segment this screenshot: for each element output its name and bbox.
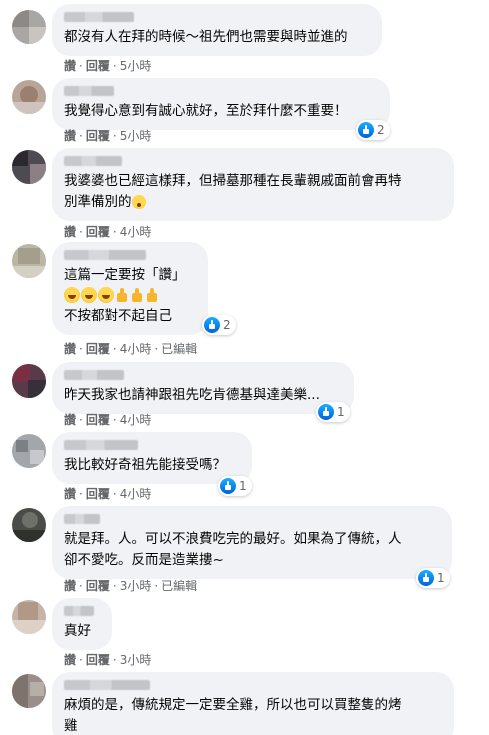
reaction-summary[interactable]: 1 — [316, 402, 350, 422]
hushed-face-emoji — [131, 195, 146, 209]
comment-text: 我婆婆也已經這樣拜，但掃墓那種在長輩親戚面前會再特 別準備別的 — [64, 173, 402, 210]
comment-time[interactable]: 3小時 — [120, 579, 152, 593]
reaction-count: 2 — [223, 318, 231, 332]
avatar[interactable] — [12, 150, 46, 184]
avatar[interactable] — [12, 434, 46, 468]
author-name[interactable] — [64, 440, 138, 450]
reply-button[interactable]: 回覆 — [86, 342, 110, 356]
comment-bubble: 我覺得心意到有誠心就好，至於拜什麼不重要！ — [52, 78, 390, 130]
thumbs-up-emoji — [115, 287, 129, 303]
rolling-on-floor-laughing-emoji — [81, 287, 97, 303]
author-name[interactable] — [64, 370, 124, 380]
rolling-on-floor-laughing-emoji — [98, 287, 114, 303]
reaction-count: 1 — [239, 479, 247, 493]
comment-actions: 讚 · 回覆 · 3小時 — [64, 653, 152, 667]
comment-bubble: 我婆婆也已經這樣拜，但掃墓那種在長輩親戚面前會再特 別準備別的 — [52, 148, 454, 221]
comment-actions: 讚 · 回覆 · 4小時 — [64, 225, 152, 239]
comment-text: 就是拜。人。可以不浪費吃完的最好。如果為了傳統，人 卻不愛吃。反而是造業摟~ — [64, 531, 402, 568]
comment-time[interactable]: 5小時 — [120, 129, 152, 143]
author-name[interactable] — [64, 12, 134, 22]
comment-actions: 讚 · 回覆 · 5小時 — [64, 129, 152, 143]
comment-bubble: 我比較好奇祖先能接受嗎？ — [52, 432, 252, 484]
comment-text: 不按都對不起自己 — [64, 308, 172, 324]
like-button[interactable]: 讚 — [64, 579, 76, 593]
comment-actions: 讚 · 回覆 · 3小時 · 已編輯 — [64, 579, 198, 593]
comment-actions: 讚 · 回覆 · 4小時 · 已編輯 — [64, 342, 198, 356]
reply-button[interactable]: 回覆 — [86, 129, 110, 143]
avatar[interactable] — [12, 600, 46, 634]
comment-time[interactable]: 4小時 — [120, 487, 152, 501]
author-name[interactable] — [64, 680, 150, 690]
emoji-row — [64, 286, 196, 306]
comment-time[interactable]: 3小時 — [120, 653, 152, 667]
author-name[interactable] — [64, 606, 94, 616]
avatar[interactable] — [12, 674, 46, 708]
author-name[interactable] — [64, 514, 100, 524]
like-button[interactable]: 讚 — [64, 59, 76, 73]
comment-bubble: 昨天我家也請神跟祖先吃肯德基與達美樂... — [52, 362, 354, 414]
comment-time[interactable]: 4小時 — [120, 225, 152, 239]
like-button[interactable]: 讚 — [64, 413, 76, 427]
comment-text: 真好 — [64, 623, 91, 639]
like-icon — [358, 122, 374, 138]
like-icon — [204, 317, 220, 333]
reply-button[interactable]: 回覆 — [86, 59, 110, 73]
avatar[interactable] — [12, 364, 46, 398]
reply-button[interactable]: 回覆 — [86, 413, 110, 427]
avatar[interactable] — [12, 508, 46, 542]
comment-text: 麻煩的是，傳統規定一定要全雞，所以也可以買整隻的烤 雞 — [64, 697, 402, 734]
like-button[interactable]: 讚 — [64, 225, 76, 239]
like-button[interactable]: 讚 — [64, 129, 76, 143]
comment-actions: 讚 · 回覆 · 5小時 — [64, 59, 152, 73]
rolling-on-floor-laughing-emoji — [64, 287, 80, 303]
reply-button[interactable]: 回覆 — [86, 653, 110, 667]
reaction-count: 2 — [377, 123, 385, 137]
comment-actions: 讚 · 回覆 · 4小時 — [64, 413, 152, 427]
comment-text: 昨天我家也請神跟祖先吃肯德基與達美樂... — [64, 387, 320, 403]
avatar[interactable] — [12, 10, 46, 44]
thumbs-up-emoji — [130, 287, 144, 303]
comment-bubble: 都沒有人在拜的時候～祖先們也需要與時並進的 — [52, 4, 382, 56]
comment-text: 都沒有人在拜的時候～祖先們也需要與時並進的 — [64, 29, 348, 45]
comment-text: 我比較好奇祖先能接受嗎？ — [64, 457, 226, 473]
like-icon — [418, 570, 434, 586]
avatar[interactable] — [12, 244, 46, 278]
like-icon — [220, 478, 236, 494]
thumbs-up-emoji — [145, 287, 159, 303]
comment-bubble: 這篇一定要按「讚」 不按都對不起自己 — [52, 242, 208, 335]
like-button[interactable]: 讚 — [64, 487, 76, 501]
edited-label[interactable]: 已編輯 — [161, 579, 197, 593]
reply-button[interactable]: 回覆 — [86, 487, 110, 501]
comment-actions: 讚 · 回覆 · 4小時 — [64, 487, 152, 501]
comment-time[interactable]: 4小時 — [120, 342, 152, 356]
reaction-summary[interactable]: 2 — [202, 315, 236, 335]
author-name[interactable] — [64, 86, 114, 96]
author-name[interactable] — [64, 250, 146, 260]
author-name[interactable] — [64, 156, 122, 166]
comment-text: 這篇一定要按「讚」 — [64, 267, 186, 283]
comment-text: 我覺得心意到有誠心就好，至於拜什麼不重要！ — [64, 103, 348, 119]
comment-time[interactable]: 4小時 — [120, 413, 152, 427]
avatar[interactable] — [12, 80, 46, 114]
edited-label[interactable]: 已編輯 — [161, 342, 197, 356]
comment-time[interactable]: 5小時 — [120, 59, 152, 73]
reaction-summary[interactable]: 1 — [218, 476, 252, 496]
like-icon — [318, 404, 334, 420]
reaction-count: 1 — [437, 571, 445, 585]
comment-bubble: 就是拜。人。可以不浪費吃完的最好。如果為了傳統，人 卻不愛吃。反而是造業摟~ — [52, 506, 452, 579]
reaction-summary[interactable]: 1 — [416, 568, 450, 588]
reply-button[interactable]: 回覆 — [86, 225, 110, 239]
reply-button[interactable]: 回覆 — [86, 579, 110, 593]
like-button[interactable]: 讚 — [64, 653, 76, 667]
reaction-summary[interactable]: 2 — [356, 120, 390, 140]
reaction-count: 1 — [337, 405, 345, 419]
comment-bubble: 真好 — [52, 598, 112, 650]
like-button[interactable]: 讚 — [64, 342, 76, 356]
comment-bubble: 麻煩的是，傳統規定一定要全雞，所以也可以買整隻的烤 雞 — [52, 672, 454, 735]
